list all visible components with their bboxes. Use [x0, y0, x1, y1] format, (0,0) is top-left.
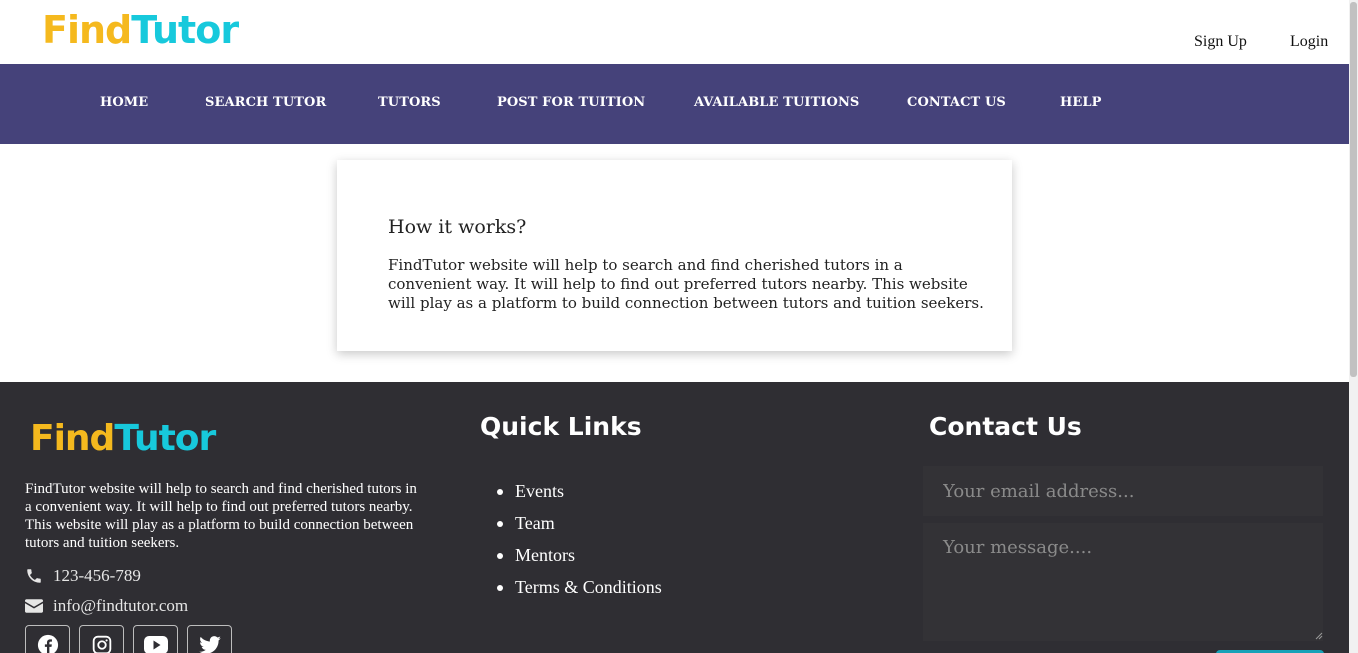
- twitter-icon: [198, 636, 221, 653]
- quick-link-events[interactable]: Events: [497, 481, 662, 513]
- youtube-icon: [143, 636, 168, 653]
- phone-text: 123-456-789: [53, 566, 141, 585]
- contact-email-input[interactable]: [923, 466, 1323, 516]
- login-link[interactable]: Login: [1290, 33, 1328, 51]
- quick-links-heading: Quick Links: [480, 412, 642, 441]
- how-it-works-card: How it works? FindTutor website will hel…: [337, 160, 1012, 351]
- phone-icon: [27, 569, 41, 583]
- email-text: info@findtutor.com: [53, 596, 189, 615]
- footer-email: info@findtutor.com: [25, 596, 188, 616]
- site-header: FindTutor Sign Up Login: [0, 0, 1349, 64]
- scrollbar-thumb[interactable]: [1350, 2, 1357, 377]
- footer-phone: 123-456-789: [25, 566, 141, 586]
- main-nav: HOME SEARCH TUTOR TUTORS POST FOR TUITIO…: [0, 64, 1349, 144]
- page-scrollbar[interactable]: [1349, 0, 1358, 653]
- footer-logo-tutor-text: Tutor: [114, 418, 216, 459]
- social-links: [25, 625, 232, 653]
- footer-logo-find-text: Find: [30, 418, 115, 459]
- nav-item-search-tutor[interactable]: SEARCH TUTOR: [205, 95, 326, 110]
- signup-link[interactable]: Sign Up: [1194, 33, 1247, 51]
- quick-link-team[interactable]: Team: [497, 513, 662, 545]
- site-logo[interactable]: FindTutor: [42, 8, 239, 52]
- nav-item-contact-us[interactable]: CONTACT US: [907, 95, 1006, 110]
- resize-handle-icon[interactable]: [1313, 630, 1323, 640]
- nav-item-help[interactable]: HELP: [1060, 95, 1102, 110]
- quick-link-mentors[interactable]: Mentors: [497, 545, 662, 577]
- nav-item-home[interactable]: HOME: [100, 95, 148, 110]
- logo-tutor-text: Tutor: [131, 8, 239, 52]
- nav-item-post-for-tuition[interactable]: POST FOR TUITION: [497, 95, 645, 110]
- card-title: How it works?: [388, 216, 527, 238]
- contact-us-heading: Contact Us: [929, 412, 1082, 441]
- nav-item-tutors[interactable]: TUTORS: [378, 95, 441, 110]
- facebook-button[interactable]: [25, 625, 70, 653]
- quick-links-list: Events Team Mentors Terms & Conditions: [497, 481, 662, 609]
- facebook-icon: [37, 634, 58, 653]
- contact-message-input[interactable]: [923, 523, 1323, 641]
- twitter-button[interactable]: [187, 625, 232, 653]
- nav-item-available-tuitions[interactable]: AVAILABLE TUITIONS: [694, 95, 859, 110]
- footer-logo[interactable]: FindTutor: [30, 418, 216, 459]
- card-text: FindTutor website will help to search an…: [388, 256, 984, 312]
- envelope-icon: [25, 599, 43, 613]
- instagram-button[interactable]: [79, 625, 124, 653]
- instagram-icon: [92, 635, 111, 653]
- logo-find-text: Find: [42, 8, 132, 52]
- youtube-button[interactable]: [133, 625, 178, 653]
- quick-link-terms[interactable]: Terms & Conditions: [497, 577, 662, 609]
- footer-description: FindTutor website will help to search an…: [25, 481, 417, 551]
- site-footer: FindTutor FindTutor website will help to…: [0, 382, 1349, 653]
